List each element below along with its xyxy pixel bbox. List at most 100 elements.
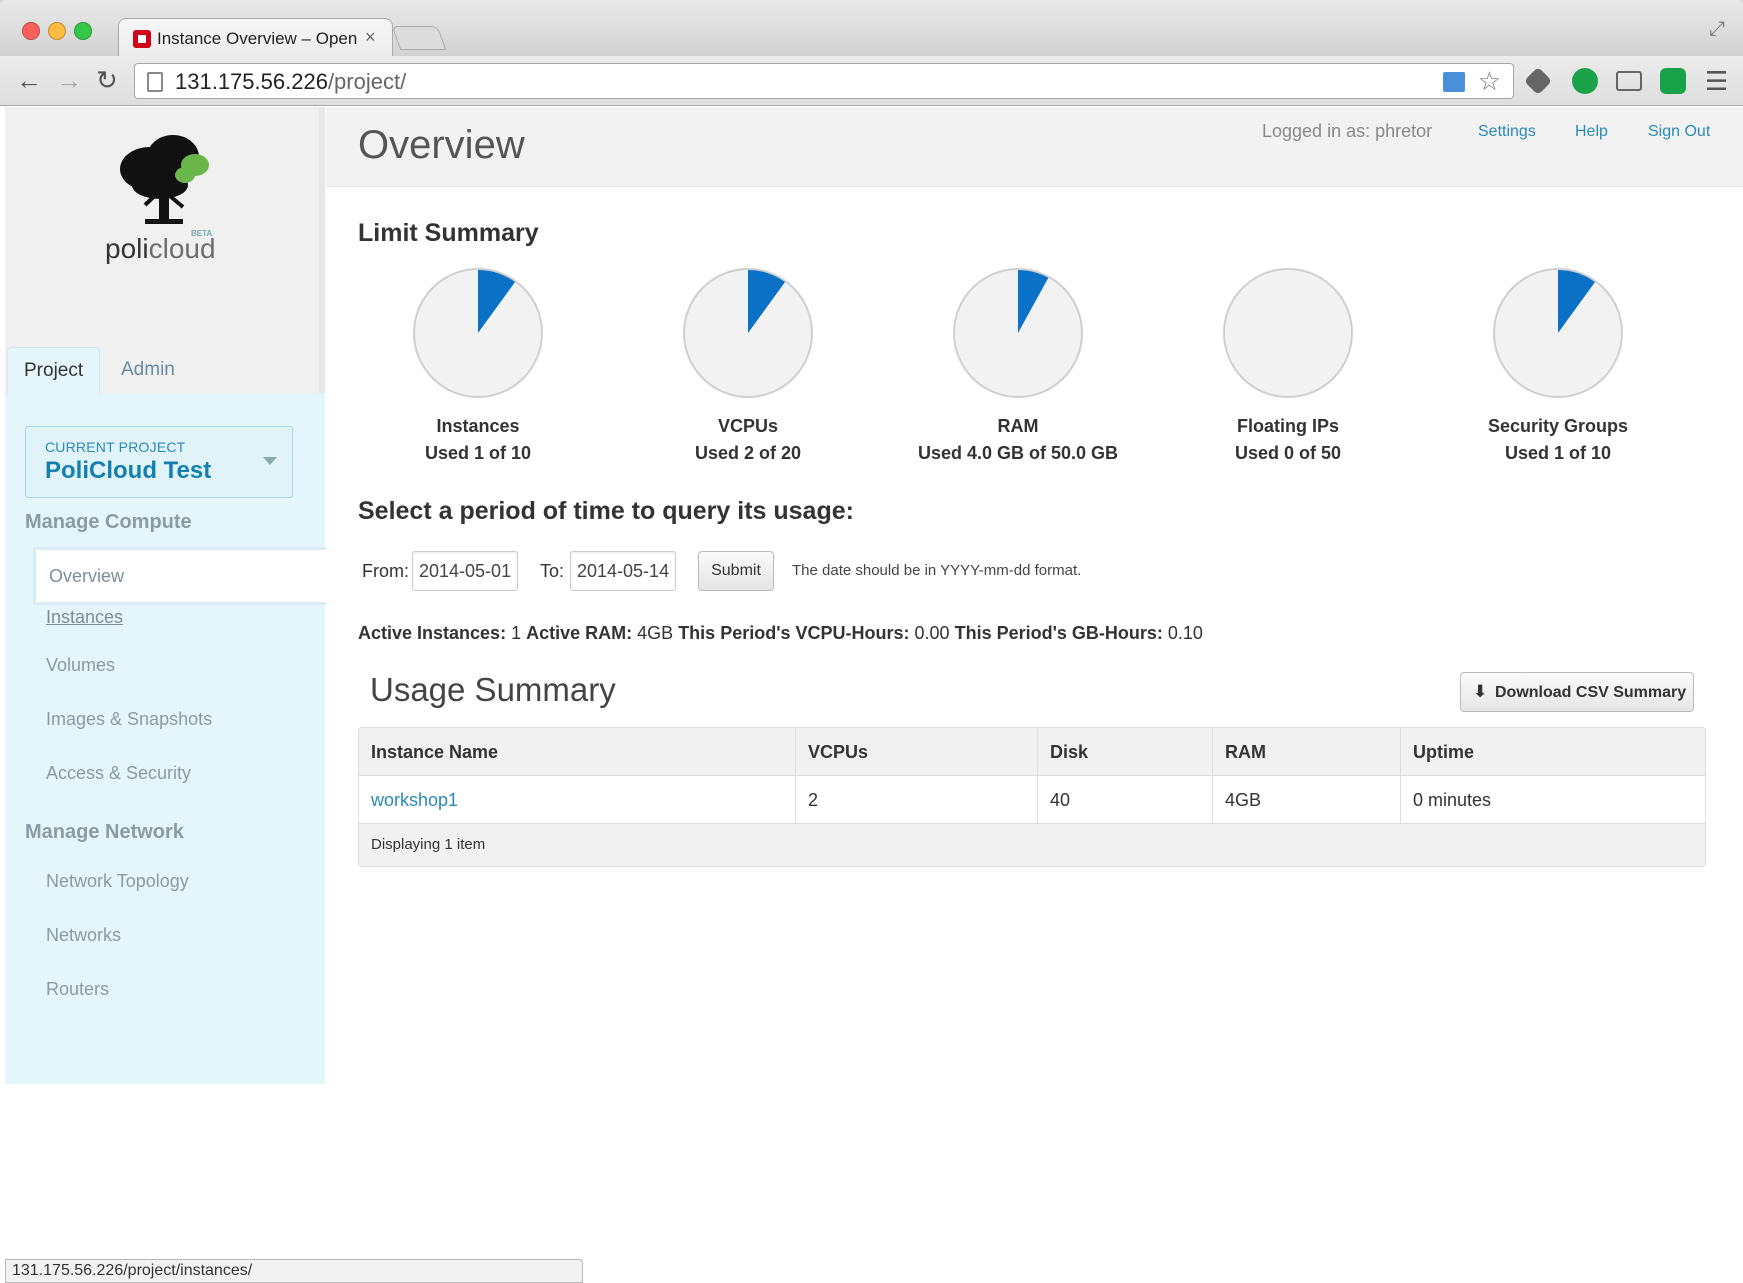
logged-in-user: Logged in as: phretor (1262, 121, 1433, 141)
extension-diamond-icon[interactable] (1523, 66, 1553, 96)
column-header[interactable]: VCPUs (795, 728, 868, 776)
manage-compute-heading: Manage Compute (25, 511, 192, 533)
usage-table: Instance Name VCPUs Disk RAM Uptime work… (358, 727, 1706, 867)
page-title: Overview (358, 123, 525, 167)
limit-pie: VCPUs Used 2 of 20 (618, 267, 878, 467)
sidebar-item-volumes[interactable]: Volumes (46, 655, 115, 676)
tab-title: Instance Overview – OpenStack (157, 29, 357, 48)
sidebar-item-network-topology[interactable]: Network Topology (46, 871, 189, 892)
sidebar-item-instances[interactable]: Instances (46, 607, 123, 628)
minimize-window-button[interactable] (48, 22, 66, 40)
sidebar-item-overview[interactable]: Overview (33, 547, 330, 605)
help-link[interactable]: Help (1575, 123, 1608, 141)
url-text[interactable]: 131.175.56.226/project/ (175, 69, 406, 95)
extension-hangouts-icon[interactable] (1572, 68, 1598, 94)
pie-label: Security Groups Used 1 of 10 (1428, 413, 1688, 467)
pie-name: Floating IPs (1236, 416, 1339, 436)
zoom-window-button[interactable] (74, 22, 92, 40)
sidebar-tabs: Project Admin (5, 347, 325, 394)
reload-icon[interactable]: ↻ (96, 65, 118, 95)
pie-label: VCPUs Used 2 of 20 (618, 413, 878, 467)
pie-background (1223, 268, 1353, 398)
download-icon: ⬇ (1473, 682, 1488, 701)
pie-label: RAM Used 4.0 GB of 50.0 GB (888, 413, 1148, 467)
to-label: To: (540, 561, 565, 581)
pie-usage: Used 2 of 20 (694, 443, 802, 463)
fullscreen-icon[interactable]: ⤢ (1709, 18, 1725, 41)
close-window-button[interactable] (22, 22, 40, 40)
limit-pie: Security Groups Used 1 of 10 (1428, 267, 1688, 467)
cast-icon[interactable] (1616, 71, 1642, 91)
pie-chart (953, 268, 1083, 398)
status-bar-url: 131.175.56.226/project/instances/ (5, 1259, 583, 1283)
sidebar-item-images-snapshots[interactable]: Images & Snapshots (46, 709, 212, 730)
uptime-cell: 0 minutes (1400, 776, 1491, 824)
pie-name: Security Groups (1487, 416, 1629, 436)
page-header: Overview Logged in as: phretor Settings … (326, 107, 1743, 187)
address-bar[interactable]: 131.175.56.226/project/ ☆ (134, 63, 1514, 99)
pie-name: Instances (436, 416, 520, 436)
limit-summary-heading: Limit Summary (358, 219, 539, 247)
pie-chart (413, 268, 543, 398)
settings-link[interactable]: Settings (1478, 123, 1536, 141)
column-header[interactable]: Instance Name (359, 728, 498, 776)
sidebar-item-access-security[interactable]: Access & Security (46, 763, 191, 784)
bookmark-star-icon[interactable]: ☆ (1478, 66, 1501, 97)
pie-usage: Used 1 of 10 (1504, 443, 1612, 463)
current-project-select[interactable]: CURRENT PROJECT PoliCloud Test (25, 426, 293, 498)
submit-button[interactable]: Submit (698, 551, 774, 591)
date-format-hint: The date should be in YYYY-mm-dd format. (792, 562, 1082, 579)
current-project-name: PoliCloud Test (45, 457, 212, 484)
tab-admin[interactable]: Admin (105, 347, 191, 394)
instance-link[interactable]: workshop1 (371, 790, 458, 810)
vcpus-cell: 2 (795, 776, 818, 824)
page-icon (147, 72, 163, 92)
from-date-input[interactable] (412, 551, 518, 591)
pie-chart (1493, 268, 1623, 398)
sidebar-panel: CURRENT PROJECT PoliCloud Test Manage Co… (5, 393, 330, 1084)
usage-stats: Active Instances: 1 Active RAM: 4GB This… (358, 623, 1203, 643)
openstack-favicon-icon (133, 30, 151, 48)
current-project-caption: CURRENT PROJECT (45, 439, 186, 455)
main-content: Overview Logged in as: phretor Settings … (326, 107, 1743, 1257)
to-date-input[interactable] (570, 551, 676, 591)
download-csv-button[interactable]: ⬇ Download CSV Summary (1460, 672, 1694, 712)
disk-cell: 40 (1037, 776, 1070, 824)
pie-label: Instances Used 1 of 10 (348, 413, 608, 467)
pie-chart (1223, 268, 1353, 398)
table-header-row: Instance Name VCPUs Disk RAM Uptime (359, 728, 1705, 776)
table-footer: Displaying 1 item (359, 824, 1705, 866)
pie-label: Floating IPs Used 0 of 50 (1158, 413, 1418, 467)
forward-arrow-icon[interactable]: → (56, 65, 82, 95)
menu-hamburger-icon[interactable]: ☰ (1705, 66, 1728, 97)
column-header[interactable]: RAM (1212, 728, 1266, 776)
pie-chart (683, 268, 813, 398)
pie-name: VCPUs (717, 416, 779, 436)
tab-project[interactable]: Project (7, 347, 101, 394)
extension-green-icon[interactable] (1660, 68, 1686, 94)
browser-toolbar: ← → ↻ 131.175.56.226/project/ ☆ ☰ (0, 56, 1743, 106)
browser-tab[interactable]: Instance Overview – OpenStack × (118, 18, 393, 58)
tab-close-icon[interactable]: × (365, 27, 376, 48)
browser-window: Instance Overview – OpenStack × ⤢ ← → ↻ … (0, 0, 1743, 1283)
usage-summary-title: Usage Summary (370, 671, 616, 708)
limit-pie: Floating IPs Used 0 of 50 (1158, 267, 1418, 467)
policloud-tree-logo-icon (120, 135, 209, 224)
new-tab-button[interactable] (391, 26, 447, 50)
beta-badge: BETA (191, 229, 213, 238)
pie-name: RAM (997, 416, 1039, 436)
pie-usage: Used 4.0 GB of 50.0 GB (917, 443, 1119, 463)
sidebar-item-networks[interactable]: Networks (46, 925, 121, 946)
html5-icon[interactable] (1443, 72, 1465, 92)
back-arrow-icon[interactable]: ← (16, 65, 42, 95)
sidebar-item-routers[interactable]: Routers (46, 979, 109, 1000)
limit-pie: RAM Used 4.0 GB of 50.0 GB (888, 267, 1148, 467)
sidebar: policloud BETA Project Admin CURRENT PRO… (5, 107, 330, 1084)
column-header[interactable]: Uptime (1400, 728, 1474, 776)
table-row: workshop1 2 40 4GB 0 minutes (359, 776, 1705, 824)
limit-pie: Instances Used 1 of 10 (348, 267, 608, 467)
sign-out-link[interactable]: Sign Out (1648, 123, 1710, 141)
pie-usage: Used 0 of 50 (1234, 443, 1342, 463)
column-header[interactable]: Disk (1037, 728, 1088, 776)
ram-cell: 4GB (1212, 776, 1261, 824)
